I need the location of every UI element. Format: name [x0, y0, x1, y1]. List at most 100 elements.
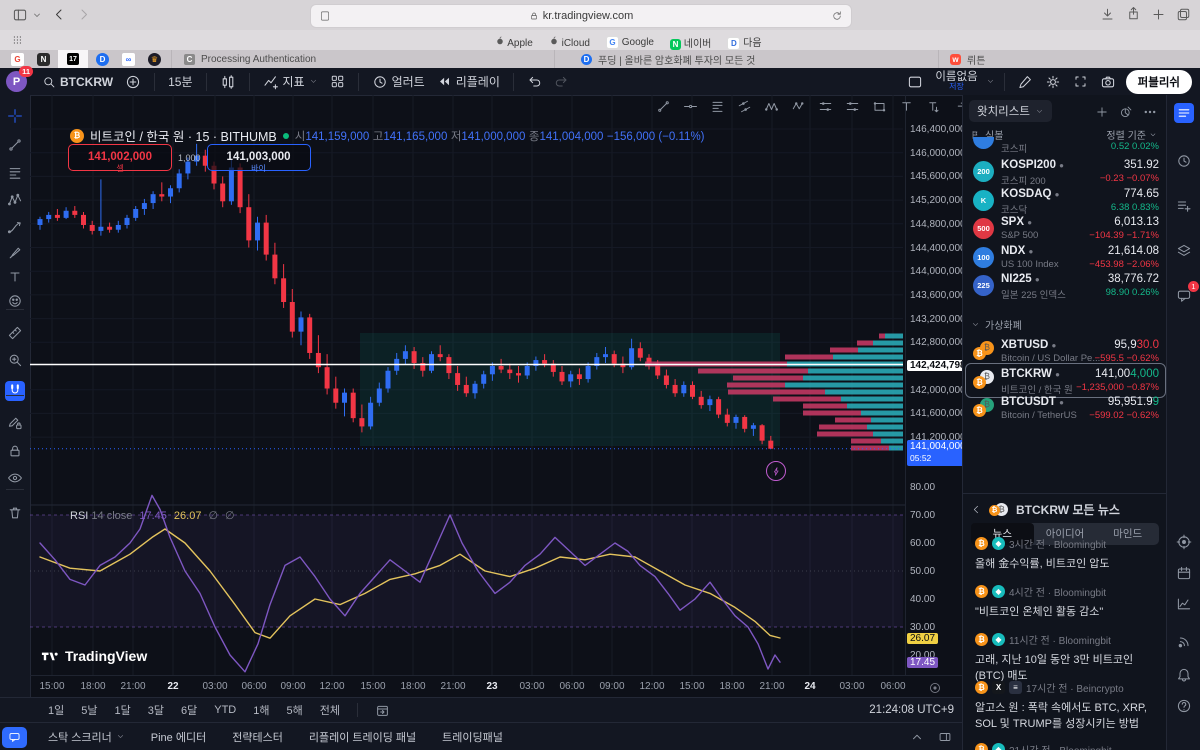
fav-tool-recttool[interactable] — [871, 98, 887, 114]
news-item-1[interactable]: ₿◆4시간 전 · Bloomingbit"비트코인 온체인 활동 감소" — [975, 584, 1157, 621]
fav-tool-flatchan[interactable] — [817, 98, 833, 114]
watchlist-row-SPX[interactable]: 500SPX ●S&P 5006,013.13−104.39 −1.71% — [967, 215, 1163, 243]
hide-icon[interactable]: ∅ — [208, 509, 218, 522]
range-3달[interactable]: 3달 — [148, 702, 164, 718]
panel-chat[interactable]: 1 — [1174, 286, 1194, 306]
publish-button[interactable]: 퍼블리쉬 — [1126, 70, 1192, 94]
buy-button[interactable]: 141,003,000바이 — [207, 144, 311, 171]
fav-tool-volprofile[interactable] — [952, 98, 962, 114]
fav-tool-xabcd[interactable] — [763, 98, 779, 114]
bottom-tab-4[interactable]: 트레이딩패널 — [442, 729, 503, 745]
new-tab-icon[interactable] — [1151, 7, 1166, 22]
url-bar[interactable]: kr.tradingview.com — [310, 4, 852, 28]
add-symbol-icon[interactable] — [1095, 103, 1109, 121]
interval-button[interactable]: 15분 — [162, 73, 198, 90]
fav-tool-trendline[interactable] — [655, 98, 671, 114]
chevron-down-icon[interactable] — [32, 10, 42, 20]
panel-watchlist[interactable] — [1174, 103, 1194, 123]
watchlist-row-BTCUSDT[interactable]: ₿₿BTCUSDT ●Bitcoin / TetherUS95,951.99−5… — [967, 395, 1163, 423]
alert-button[interactable]: 얼러트 — [366, 73, 431, 90]
watchlist-row-KOSPI200[interactable]: 200KOSPI200 ●코스피 200351.92−0.23 −0.07% — [967, 158, 1163, 186]
more-options-icon[interactable] — [1143, 103, 1157, 121]
bottom-tab-0[interactable]: 스탁 스크리너 — [48, 729, 125, 745]
range-1일[interactable]: 1일 — [48, 702, 64, 718]
fullscreen-button[interactable] — [1067, 74, 1094, 89]
tab-pudding[interactable]: D 푸딩 | 올바른 암호화폐 투자의 모든 것 — [554, 50, 938, 68]
fav-tool-flatchan[interactable] — [844, 98, 860, 114]
chart-legend[interactable]: ₿ 비트코인 / 한국 원 · 15 · BITHUMB 시141,159,00… — [70, 126, 705, 145]
tool-lock[interactable] — [5, 441, 25, 461]
fav-tool-hline[interactable] — [682, 98, 698, 114]
news-item-4[interactable]: ₿◆21시간 전 · Bloomingbit"바이비트로 5057 비트코인(B… — [975, 742, 1157, 750]
fav-tool-textanch[interactable] — [925, 98, 941, 114]
tab-processing-auth[interactable]: C Processing Authentication — [171, 50, 554, 68]
snapshot-button[interactable] — [1094, 74, 1122, 90]
panel-chartline[interactable] — [1174, 594, 1194, 614]
layout-name-button[interactable]: 이름없음 저장 — [929, 72, 983, 92]
reload-icon[interactable] — [831, 10, 843, 22]
bookmark-daum[interactable]: D 다음 — [727, 34, 761, 50]
sell-button[interactable]: 141,002,000셀 — [68, 144, 172, 171]
back-icon[interactable] — [52, 7, 67, 22]
boost-lightning-icon[interactable] — [766, 461, 786, 481]
expand-panel-up-icon[interactable] — [910, 730, 924, 744]
column-sort-header[interactable]: 정렬 기준 — [1106, 127, 1157, 142]
downloads-icon[interactable] — [1100, 7, 1115, 22]
panel-question[interactable] — [1174, 696, 1194, 716]
avatar[interactable]: P 11 — [6, 71, 27, 92]
news-item-0[interactable]: ₿◆3시간 전 · Bloomingbit올해 金수익률, 비트코인 압도 — [975, 536, 1157, 573]
chart-style-button[interactable] — [214, 74, 242, 90]
bottom-tab-2[interactable]: 전략테스터 — [232, 729, 283, 745]
range-6달[interactable]: 6달 — [181, 702, 197, 718]
tool-trendline[interactable] — [5, 135, 25, 155]
redo-button[interactable] — [548, 74, 575, 89]
range-1해[interactable]: 1해 — [253, 702, 269, 718]
range-5해[interactable]: 5해 — [287, 702, 303, 718]
tool-pencil-lock[interactable] — [5, 413, 25, 433]
panel-clock[interactable] — [1174, 151, 1194, 171]
bottom-tab-3[interactable]: 리플레이 트레이딩 패널 — [309, 729, 416, 745]
range-YTD[interactable]: YTD — [214, 704, 236, 716]
tab-wrtn[interactable]: w 뤼튼 — [938, 50, 1200, 68]
tool-text[interactable] — [5, 267, 25, 287]
replay-button[interactable]: 리플레이 — [431, 73, 506, 90]
favorites-grid-icon[interactable] — [12, 34, 24, 46]
tool-smiley[interactable] — [5, 291, 25, 311]
quick-search-button[interactable] — [1012, 74, 1039, 89]
pinned-tab-tradingview-active[interactable]: 17 — [58, 50, 88, 68]
watchlist-row-KOSDAQ[interactable]: KKOSDAQ ●코스닥774.656.38 0.83% — [967, 187, 1163, 215]
crypto-section-header[interactable]: 가상화폐 — [971, 317, 1022, 332]
layout-button[interactable] — [901, 74, 929, 90]
panel-layout-icon[interactable] — [938, 730, 952, 744]
tool-fib[interactable] — [5, 163, 25, 183]
settings-mini-icon[interactable]: ∅ — [225, 509, 235, 522]
tab-overview-icon[interactable] — [1176, 7, 1191, 22]
pinned-tab-lion[interactable]: ♛ — [148, 53, 161, 66]
tool-ruler[interactable] — [5, 323, 25, 343]
bookmark-apple[interactable]: Apple — [495, 36, 533, 49]
fav-tool-fib[interactable] — [709, 98, 725, 114]
bookmark-naver[interactable]: N 네이버 — [670, 35, 711, 50]
layout-chevron[interactable] — [984, 77, 997, 86]
news-item-2[interactable]: ₿◆11시간 전 · Bloomingbit고래, 지난 10일 동안 3만 비… — [975, 632, 1157, 685]
bookmark-icloud[interactable]: iCloud — [549, 36, 590, 49]
tool-forecast[interactable] — [5, 217, 25, 237]
fav-tool-abc[interactable] — [790, 98, 806, 114]
panel-layers[interactable] — [1174, 241, 1194, 261]
indicator-templates-button[interactable] — [324, 74, 351, 89]
pinned-tab-google[interactable]: G — [10, 52, 25, 67]
tool-magnet[interactable] — [5, 381, 25, 401]
panel-broadcast[interactable] — [1174, 632, 1194, 652]
watchlist-row-XBTUSD[interactable]: ₿₿XBTUSD ●Bitcoin / US Dollar Pe...95,93… — [967, 338, 1163, 366]
back-chevron-icon[interactable] — [971, 504, 982, 515]
go-to-realtime-icon[interactable] — [928, 679, 942, 697]
sidebar-icon[interactable] — [12, 7, 28, 23]
tool-zoomin[interactable] — [5, 350, 25, 370]
panel-target[interactable] — [1174, 532, 1194, 552]
watchlist-selector[interactable]: 왓치리스트 — [969, 100, 1052, 122]
support-chat-widget[interactable] — [2, 727, 27, 748]
range-전체[interactable]: 전체 — [320, 702, 340, 718]
watchlist-row-NDX[interactable]: 100NDX ●US 100 Index21,614.08−453.98 −2.… — [967, 244, 1163, 272]
tradingview-logo[interactable]: TradingView — [40, 646, 147, 665]
panel-bell[interactable] — [1174, 665, 1194, 685]
